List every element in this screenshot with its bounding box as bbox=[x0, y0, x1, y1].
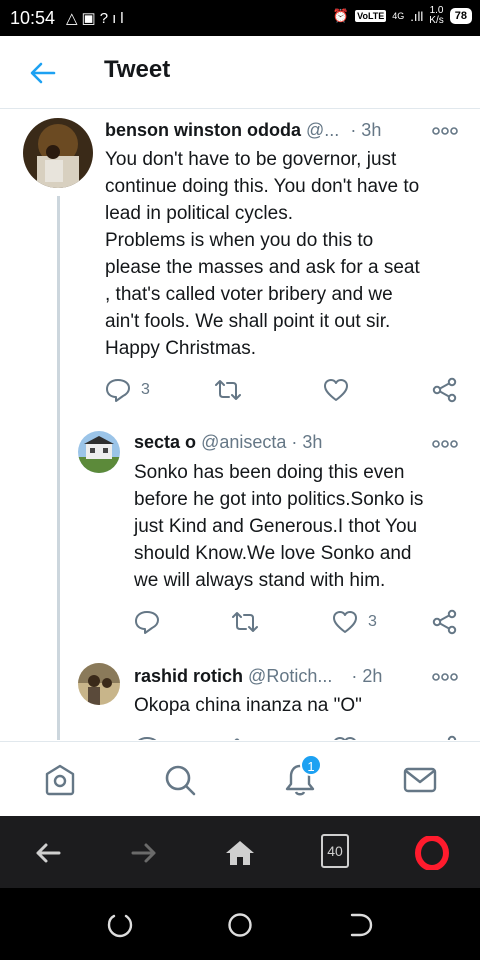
retweet-icon bbox=[234, 738, 240, 740]
back-nav-icon[interactable] bbox=[347, 912, 373, 938]
tweet-time: · 3h bbox=[291, 432, 323, 452]
tabs-count-button[interactable]: 40 bbox=[321, 834, 349, 868]
author-name[interactable]: secta o bbox=[134, 432, 196, 452]
like-count: 3 bbox=[368, 613, 377, 630]
avatar[interactable] bbox=[78, 663, 120, 705]
tweet-header: benson winston ododa @... · 3h bbox=[105, 120, 381, 141]
more-options-icon[interactable] bbox=[432, 672, 458, 682]
author-name[interactable]: rashid rotich bbox=[134, 666, 243, 686]
notification-icons: △▣?ıl bbox=[66, 9, 128, 27]
home-circle-icon[interactable] bbox=[227, 912, 253, 938]
share-button[interactable] bbox=[432, 608, 458, 636]
share-button[interactable] bbox=[432, 376, 458, 404]
text-line: please the masses and ask for a seat bbox=[105, 257, 420, 278]
battery-level: 78 bbox=[449, 8, 472, 24]
image-icon: ▣ bbox=[81, 10, 100, 27]
avatar[interactable] bbox=[78, 431, 120, 473]
share-icon bbox=[447, 735, 457, 740]
browser-back-icon[interactable] bbox=[31, 836, 65, 870]
tweet-text: Okopa china inanza na "O" bbox=[134, 692, 470, 719]
tweet-actions bbox=[134, 734, 460, 740]
text-line: should Know.We love Sonko and bbox=[134, 543, 412, 564]
browser-forward-icon[interactable] bbox=[127, 836, 161, 870]
text-line: ain't fools. We shall point it out sir. bbox=[105, 311, 391, 332]
search-icon[interactable] bbox=[162, 762, 198, 798]
status-time: 10:54 bbox=[10, 8, 56, 28]
bottom-tab-bar: 1 bbox=[0, 741, 480, 816]
tweet-header: secta o @anisecta · 3h bbox=[134, 432, 322, 453]
browser-home-icon[interactable] bbox=[223, 836, 257, 870]
tweet-text: Sonko has been doing this even before he… bbox=[134, 459, 470, 594]
like-button[interactable] bbox=[323, 376, 359, 404]
volte-indicator: VoLTE bbox=[355, 10, 387, 22]
text-line: just Kind and Generous.I thot You bbox=[134, 516, 418, 537]
more-options-icon[interactable] bbox=[432, 126, 458, 136]
heart-icon bbox=[324, 379, 348, 401]
reply-button[interactable] bbox=[134, 608, 170, 636]
status-bar: 10:54 △▣?ıl ⏰ VoLTE 4G .ıll 1.0 K/s 78 bbox=[0, 0, 480, 36]
browser-toolbar: 40 bbox=[0, 816, 480, 888]
home-icon[interactable] bbox=[42, 762, 78, 798]
author-handle[interactable]: @... bbox=[306, 120, 339, 140]
heart-icon bbox=[334, 736, 356, 740]
text-line: Okopa china inanza na "O" bbox=[134, 695, 362, 716]
recent-apps-icon[interactable] bbox=[107, 912, 133, 938]
like-button[interactable] bbox=[332, 734, 358, 740]
opera-menu-icon[interactable] bbox=[415, 836, 449, 870]
reply-count: 3 bbox=[141, 381, 150, 398]
reply-button[interactable]: 3 bbox=[105, 376, 150, 404]
avatar[interactable] bbox=[23, 118, 93, 188]
share-button[interactable] bbox=[432, 734, 458, 740]
retweet-button[interactable] bbox=[232, 608, 268, 636]
author-handle[interactable]: @anisecta bbox=[201, 432, 286, 452]
retweet-icon bbox=[215, 380, 241, 400]
reply-icon bbox=[138, 736, 157, 740]
tweet-text: You don't have to be governor, just cont… bbox=[105, 146, 470, 362]
text-line: continue doing this. You don't have to bbox=[105, 176, 420, 197]
tweet-time: · 2h bbox=[351, 666, 383, 686]
back-arrow-icon[interactable] bbox=[28, 58, 58, 88]
tweet-actions: 3 bbox=[134, 608, 460, 636]
notification-badge: 1 bbox=[300, 754, 322, 776]
thread-line bbox=[57, 196, 60, 740]
author-handle[interactable]: @Rotich... bbox=[248, 666, 332, 686]
speed-unit: K/s bbox=[429, 15, 444, 26]
signal-question-icon: ?ıl bbox=[99, 10, 128, 27]
alarm-icon: ⏰ bbox=[332, 8, 350, 23]
reply-icon bbox=[135, 611, 159, 634]
reply-icon bbox=[106, 379, 130, 402]
system-icons: ⏰ VoLTE 4G .ıll 1.0 K/s 78 bbox=[333, 6, 472, 26]
text-line: Problems is when you do this to bbox=[105, 230, 374, 251]
warning-icon: △ bbox=[66, 10, 82, 27]
text-line: Happy Christmas. bbox=[105, 338, 256, 359]
text-line: Sonko has been doing this even bbox=[134, 462, 405, 483]
system-navigation-bar bbox=[0, 888, 480, 960]
network-type: 4G bbox=[392, 11, 405, 21]
text-line: , that's called voter bribery and we bbox=[105, 284, 393, 305]
share-icon bbox=[432, 609, 457, 635]
text-line: You don't have to be governor, just bbox=[105, 149, 397, 170]
text-line: lead in political cycles. bbox=[105, 203, 293, 224]
tweet-thread: benson winston ododa @... · 3h You don't… bbox=[0, 110, 480, 740]
network-speed: 1.0 K/s bbox=[429, 6, 443, 26]
tweet-header: rashid rotich @Rotich... · 2h bbox=[134, 666, 382, 687]
messages-envelope-icon[interactable] bbox=[402, 762, 438, 798]
signal-icon: .ıll bbox=[410, 8, 424, 24]
author-name[interactable]: benson winston ododa bbox=[105, 120, 301, 140]
heart-icon bbox=[333, 611, 357, 633]
tweet-actions: 3 bbox=[105, 376, 460, 404]
like-button[interactable]: 3 bbox=[332, 608, 377, 636]
more-options-icon[interactable] bbox=[432, 439, 458, 449]
retweet-button[interactable] bbox=[215, 376, 251, 404]
text-line: we will always stand with him. bbox=[134, 570, 386, 591]
app-header: Tweet bbox=[0, 36, 480, 109]
share-icon bbox=[432, 377, 457, 403]
tweet-time: · 3h bbox=[350, 120, 382, 140]
text-line: before he got into politics.Sonko is bbox=[134, 489, 424, 510]
page-title: Tweet bbox=[104, 56, 171, 83]
retweet-icon bbox=[232, 612, 258, 632]
reply-button[interactable] bbox=[134, 734, 160, 740]
retweet-button[interactable] bbox=[232, 734, 258, 740]
